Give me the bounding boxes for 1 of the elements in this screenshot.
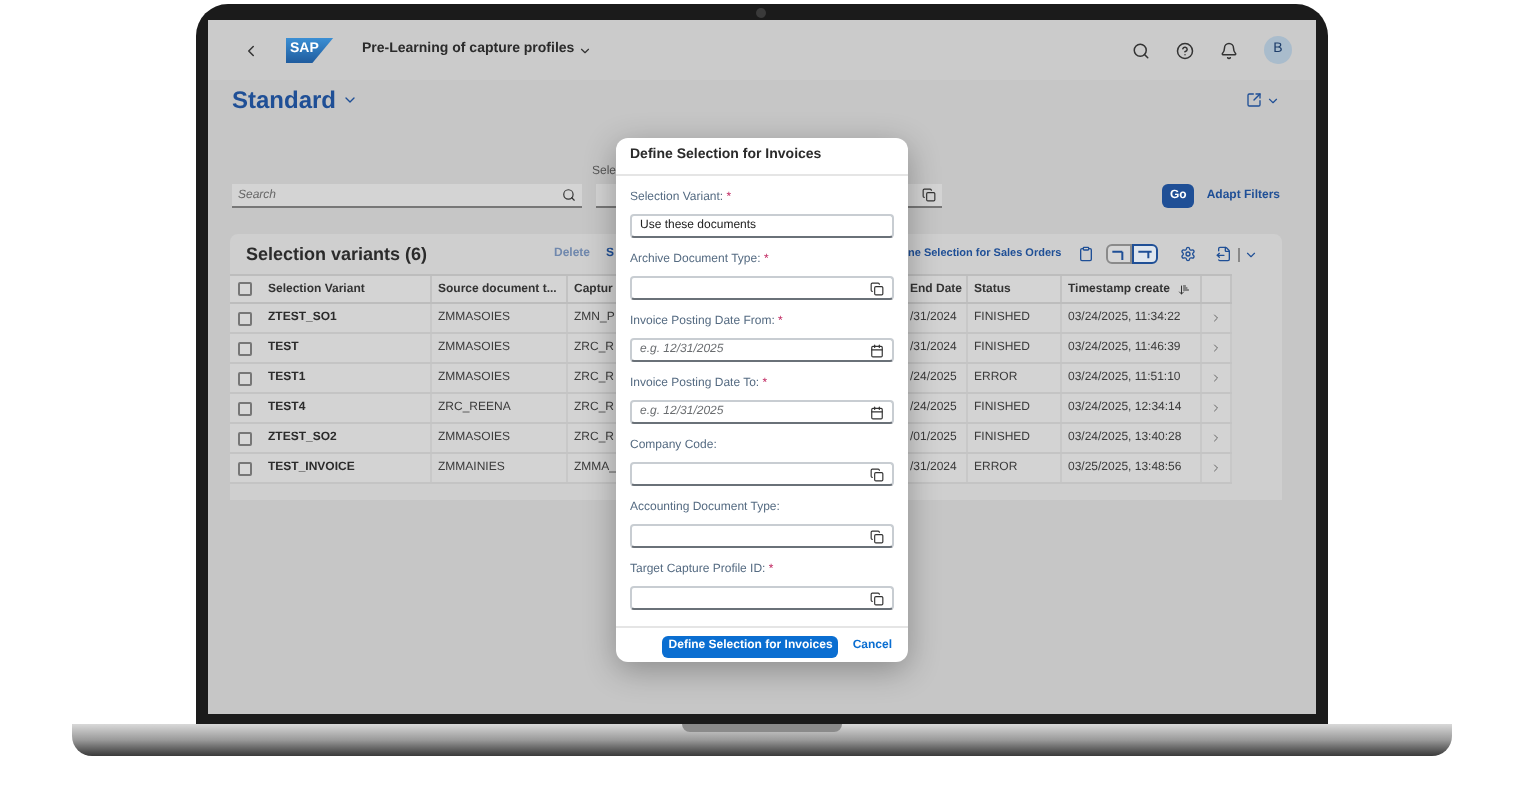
table-title: Selection variants (6) [246,243,430,265]
